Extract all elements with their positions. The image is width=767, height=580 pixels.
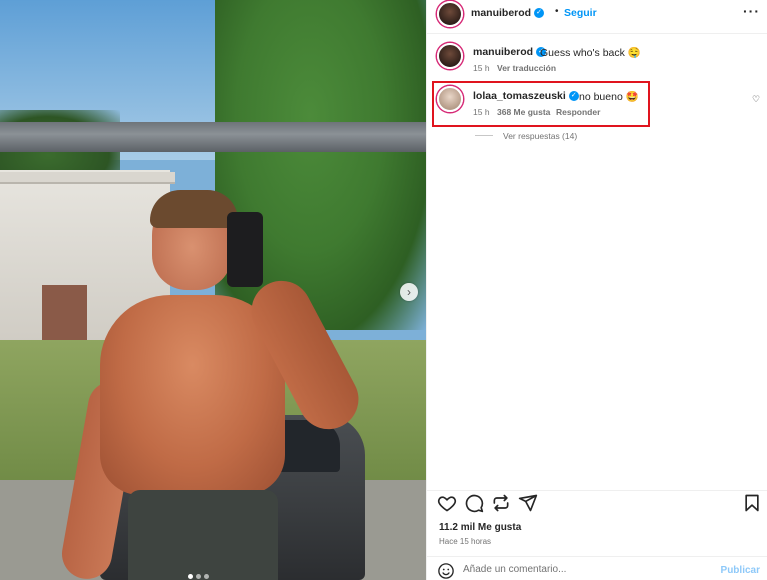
bookmark-icon[interactable] <box>742 493 762 513</box>
post-timestamp: Hace 15 horas <box>439 537 492 546</box>
translate-link[interactable]: Ver traducción <box>497 63 556 73</box>
author-username-text[interactable]: manuiberod <box>471 7 531 19</box>
carousel-dot <box>204 574 209 579</box>
repost-icon[interactable] <box>491 493 511 513</box>
photo-shorts <box>128 490 278 580</box>
caption-author[interactable]: manuiberod ✓ <box>473 46 547 58</box>
verified-badge-icon: ✓ <box>568 91 579 102</box>
commenter-username-text[interactable]: lolaa_tomaszeuski <box>473 90 566 102</box>
photo-phone <box>227 212 263 287</box>
likes-count[interactable]: 11.2 mil Me gusta <box>439 522 521 533</box>
comment-input[interactable] <box>463 564 693 575</box>
reply-button[interactable]: Responder <box>556 107 600 117</box>
photo-beam <box>0 122 426 152</box>
post-media-photo[interactable]: › <box>0 0 426 580</box>
highlight-box <box>432 81 650 127</box>
replies-divider <box>475 135 493 136</box>
post-header: manuiberod ✓ • Seguir ··· <box>427 0 767 34</box>
comment-icon[interactable] <box>464 493 484 513</box>
heart-icon[interactable]: ♡ <box>752 94 760 105</box>
carousel-dots <box>188 574 209 579</box>
verified-badge-icon: ✓ <box>534 8 545 19</box>
heart-icon[interactable] <box>437 493 457 513</box>
comment-text: no bueno 🤩 <box>579 91 639 103</box>
comment-time: 15 h <box>473 107 490 117</box>
publish-button[interactable]: Publicar <box>721 565 760 576</box>
action-bar <box>427 490 767 514</box>
separator-dot: • <box>555 6 559 17</box>
photo-person-hair <box>150 190 238 228</box>
comment-composer: Publicar <box>427 556 767 580</box>
caption-time: 15 h <box>473 63 490 73</box>
caption-text: Guess who's back 🤤 <box>540 47 641 59</box>
view-replies-link[interactable]: Ver respuestas (14) <box>503 131 577 141</box>
comment-likes[interactable]: 368 Me gusta <box>497 107 550 117</box>
post-side-panel: manuiberod ✓ • Seguir ··· manuiberod ✓ Gue… <box>426 0 767 580</box>
carousel-dot <box>196 574 201 579</box>
commenter-username[interactable]: lolaa_tomaszeuski ✓ <box>473 90 579 102</box>
photo-house-roof <box>0 172 175 184</box>
carousel-dot <box>188 574 193 579</box>
send-icon[interactable] <box>518 493 538 513</box>
follow-button[interactable]: Seguir <box>564 7 597 19</box>
photo-person <box>58 190 370 580</box>
emoji-icon[interactable] <box>437 562 455 580</box>
chevron-right-icon[interactable]: › <box>400 283 418 301</box>
more-horizontal-icon[interactable]: ··· <box>743 3 760 19</box>
author-username[interactable]: manuiberod ✓ <box>471 7 545 19</box>
caption-author-text[interactable]: manuiberod <box>473 46 533 58</box>
caption-author-avatar[interactable] <box>437 43 463 69</box>
commenter-avatar[interactable] <box>437 86 463 112</box>
author-avatar[interactable] <box>437 1 463 27</box>
